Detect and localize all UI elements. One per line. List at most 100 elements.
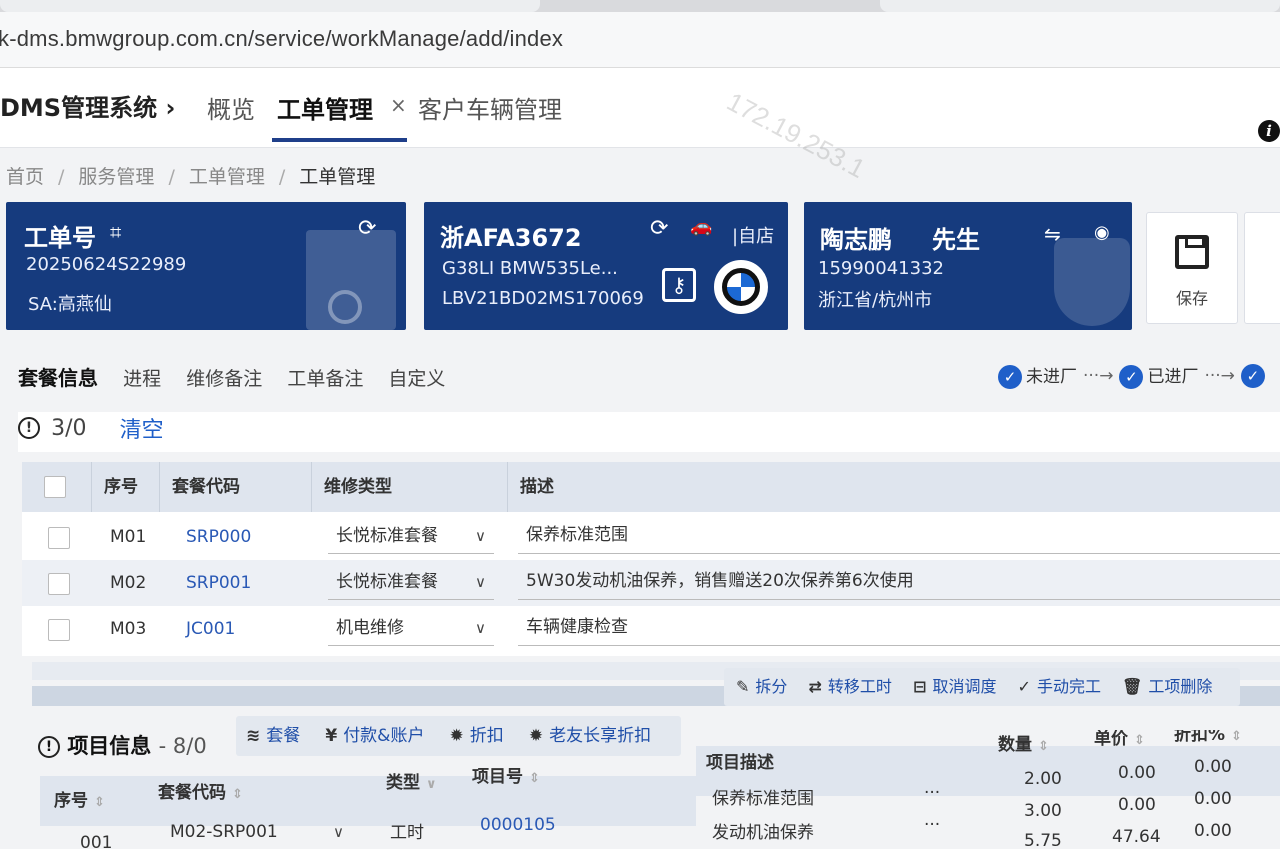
- table-row[interactable]: M01 SRP000 长悦标准套餐 ∨ 保养标准范围: [22, 514, 1280, 560]
- header-item-no: 项目号 ⇕: [472, 767, 540, 787]
- header-description: 描述: [520, 477, 554, 497]
- active-tab-indicator: [272, 138, 407, 142]
- refresh-icon[interactable]: ⟳: [650, 216, 668, 241]
- qr-scan-icon[interactable]: ⌗: [110, 220, 121, 244]
- tab-repair-notes[interactable]: 维修备注: [186, 364, 262, 391]
- tab-order-notes[interactable]: 工单备注: [287, 364, 363, 391]
- delete-item-button[interactable]: 🗑 工项删除: [1122, 668, 1212, 706]
- table-row[interactable]: M03 JC001 机电维修 ∨ 车辆健康检查: [22, 606, 1280, 652]
- description-input[interactable]: 保养标准范围: [518, 518, 1280, 554]
- select-all-checkbox[interactable]: [44, 476, 66, 498]
- breadcrumb-separator: /: [168, 166, 175, 188]
- vehicle-vin: LBV21BD02MS170069: [442, 288, 644, 309]
- key-icon[interactable]: ⚷: [662, 268, 696, 302]
- vehicle-model: G38LI BMW535Le...: [442, 258, 618, 279]
- user-shield-icon: [1054, 238, 1130, 326]
- info-icon[interactable]: i: [1258, 120, 1280, 142]
- nav-tab-overview[interactable]: 概览: [207, 90, 255, 125]
- row-package-code[interactable]: SRP000: [186, 514, 251, 560]
- row-package-code[interactable]: JC001: [186, 606, 235, 652]
- header-select-all: [22, 462, 92, 512]
- repair-type-select[interactable]: 长悦标准套餐 ∨: [328, 564, 494, 600]
- nav-tab-customer-vehicle[interactable]: 客户车辆管理: [418, 90, 562, 125]
- breadcrumb-service[interactable]: 服务管理: [78, 166, 154, 188]
- row-checkbox[interactable]: [48, 573, 70, 595]
- more-icon[interactable]: ···: [924, 802, 940, 848]
- progress-step: ✓ 未进厂: [998, 362, 1077, 389]
- sort-icon: ⇕: [1231, 730, 1242, 744]
- tab-package-info[interactable]: 套餐信息: [18, 362, 98, 391]
- close-tab-icon[interactable]: ×: [390, 93, 407, 117]
- eye-icon[interactable]: ◉: [1094, 222, 1110, 243]
- chevron-down-icon: ∨: [475, 573, 486, 591]
- order-card-title: 工单号: [24, 224, 96, 252]
- description-input[interactable]: 5W30发动机油保养，销售赠送20次保养第6次使用: [518, 564, 1280, 600]
- row-item-no[interactable]: 0000105: [480, 802, 556, 848]
- check-icon: ✓: [1119, 365, 1144, 389]
- trash-icon: 🗑: [1122, 677, 1143, 696]
- nav-tab-work-order[interactable]: 工单管理: [277, 90, 373, 125]
- alert-icon: !: [18, 417, 40, 439]
- item-table-header-left: [40, 776, 696, 826]
- cancel-dispatch-button[interactable]: ⊟ 取消调度: [913, 668, 996, 706]
- car-service-icon[interactable]: 🚗: [690, 216, 712, 237]
- refresh-icon[interactable]: ⟳: [358, 216, 376, 241]
- browser-tab-strip: [0, 0, 1280, 12]
- header-item-seq: 序号 ⇕: [54, 791, 105, 811]
- progress-connector: ···→: [1204, 365, 1235, 386]
- url-text[interactable]: k-dms.bmwgroup.com.cn/service/workManage…: [0, 26, 563, 52]
- check-icon: ✓: [998, 365, 1022, 389]
- browser-tab[interactable]: [0, 0, 540, 12]
- switch-icon[interactable]: ⇋: [1044, 222, 1061, 246]
- document-icon: [306, 230, 396, 330]
- breadcrumb-work-order[interactable]: 工单管理: [189, 166, 265, 188]
- row-seq: M02: [110, 573, 147, 593]
- breadcrumb-home[interactable]: 首页: [6, 166, 44, 188]
- tab-progress[interactable]: 进程: [123, 364, 161, 391]
- package-table-header: 序号 套餐代码 维修类型 描述: [22, 462, 1280, 512]
- table-row[interactable]: M02 SRP001 长悦标准套餐 ∨ 5W30发动机油保养，销售赠送20次保养第…: [22, 560, 1280, 606]
- app-title[interactable]: DMS管理系统 ›: [0, 88, 175, 123]
- row-checkbox[interactable]: [48, 619, 70, 641]
- breadcrumb-separator: /: [58, 166, 65, 188]
- header-repair-type: 维修类型: [312, 462, 508, 512]
- save-button[interactable]: 保存: [1146, 212, 1238, 324]
- chevron-down-icon: ∨: [426, 777, 437, 792]
- breadcrumb: 首页 / 服务管理 / 工单管理 / 工单管理: [6, 162, 375, 189]
- row-price: 47.64: [1112, 827, 1161, 847]
- row-discount: 0.00: [1194, 821, 1232, 841]
- next-action-button[interactable]: [1244, 212, 1280, 324]
- row-seq: M03: [110, 619, 147, 639]
- manual-complete-button[interactable]: ✓ 手动完工: [1018, 668, 1101, 706]
- progress-step: ✓ 已进厂: [1119, 362, 1198, 389]
- customer-region: 浙江省/杭州市: [818, 290, 933, 311]
- address-bar[interactable]: k-dms.bmwgroup.com.cn/service/workManage…: [0, 12, 1280, 68]
- repair-type-select[interactable]: 长悦标准套餐 ∨: [328, 518, 494, 554]
- row-checkbox[interactable]: [48, 527, 70, 549]
- browser-tab[interactable]: [880, 0, 1280, 12]
- cancel-icon: ⊟: [913, 677, 927, 696]
- package-count: 3/0: [51, 415, 87, 441]
- transfer-icon: ⇄: [808, 677, 822, 696]
- customer-card: 陶志鹏 先生 ⇋ ◉ 15990041332 浙江省/杭州市: [804, 202, 1132, 330]
- progress-connector: ···→: [1083, 365, 1114, 386]
- item-code-select[interactable]: M02-SRP001 ∨: [162, 814, 352, 849]
- save-label: 保存: [1175, 289, 1208, 308]
- repair-type-select[interactable]: 机电维修 ∨: [328, 610, 494, 646]
- app-top-nav: DMS管理系统 › 概览 工单管理 × 客户车辆管理 i: [0, 68, 1280, 148]
- split-button[interactable]: ✎ 拆分: [736, 668, 787, 706]
- tab-custom[interactable]: 自定义: [388, 364, 445, 391]
- row-item-seq: 001: [80, 833, 113, 849]
- edit-icon: ✎: [736, 677, 750, 696]
- clear-button[interactable]: 清空: [120, 418, 164, 443]
- customer-title: 先生: [932, 226, 980, 254]
- transfer-hours-button[interactable]: ⇄ 转移工时: [809, 668, 892, 706]
- customer-phone: 15990041332: [818, 258, 944, 279]
- row-package-code[interactable]: SRP001: [186, 560, 251, 606]
- sort-icon: ⇕: [94, 795, 105, 810]
- item-table: 序号 ⇕ 套餐代码 ⇕ 类型 ∨ 项目号 ⇕ 项目描述 数量 ⇕ 单价 ⇕ 折扣% ⇕ 2.0…: [40, 730, 1280, 849]
- package-table: 序号 套餐代码 维修类型 描述 M01 SRP000 长悦标准套餐 ∨ 保养标准范…: [22, 462, 1280, 656]
- order-card: 工单号 ⌗ ⟳ 20250624S22989 SA:高燕仙: [6, 202, 406, 330]
- description-input[interactable]: 车辆健康检查: [518, 610, 1280, 646]
- header-item-type: 类型 ∨: [386, 773, 437, 793]
